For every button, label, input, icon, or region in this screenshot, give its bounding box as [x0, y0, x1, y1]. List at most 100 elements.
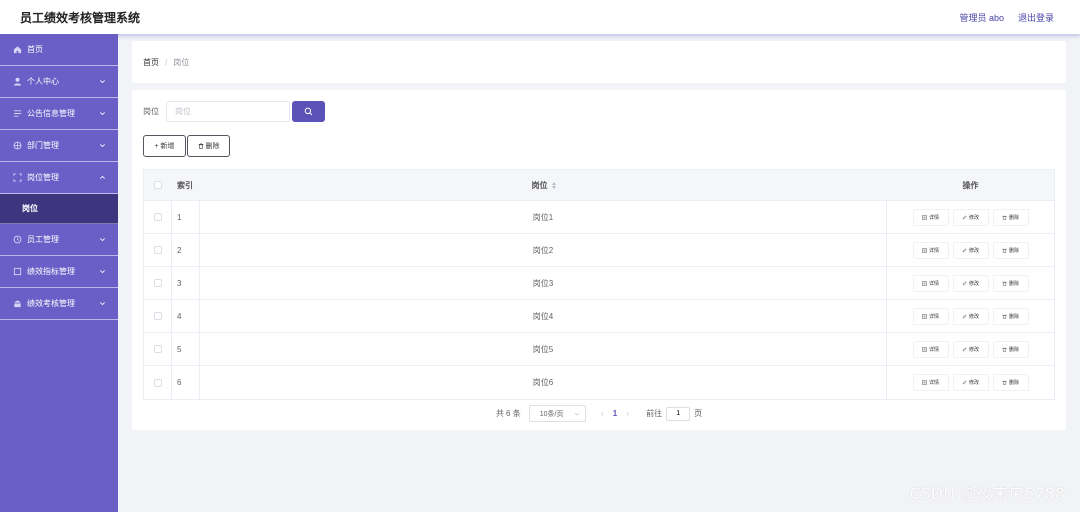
- current-user-label[interactable]: 管理员 abo: [959, 11, 1004, 24]
- search-label: 岗位: [143, 107, 159, 116]
- detail-icon: [922, 346, 927, 352]
- sidebar-item-department-management[interactable]: 部门管理: [0, 130, 118, 162]
- delete-button[interactable]: 删除: [992, 340, 1029, 358]
- sidebar-item-notice-management[interactable]: 公告信息管理: [0, 98, 118, 130]
- detail-button[interactable]: 详情: [912, 241, 949, 259]
- sidebar-item-label: 公告信息管理: [27, 109, 75, 118]
- select-all-cell: [144, 170, 172, 200]
- detail-label: 详情: [928, 346, 939, 353]
- sidebar-item-employee-management[interactable]: 员工管理: [0, 224, 118, 256]
- row-ops: 详情 修改 删除: [887, 366, 1054, 399]
- delete-button[interactable]: 删除: [992, 307, 1029, 325]
- chevron-down-icon: [99, 110, 106, 117]
- row-checkbox[interactable]: [153, 345, 162, 353]
- delete-label: 删除: [1008, 346, 1019, 353]
- sidebar-subitem-position[interactable]: 岗位: [0, 194, 118, 224]
- indicator-icon: [13, 267, 22, 276]
- sidebar-item-label: 绩效考核管理: [27, 299, 75, 308]
- sort-caret-icon[interactable]: [551, 181, 556, 189]
- next-page-button[interactable]: ›: [623, 409, 632, 418]
- sidebar-item-label: 部门管理: [27, 141, 59, 150]
- app-title: 员工绩效考核管理系统: [20, 10, 141, 25]
- trash-icon: [1002, 215, 1007, 220]
- trash-icon: [1002, 347, 1007, 352]
- row-checkbox[interactable]: [153, 246, 162, 254]
- page-number-current[interactable]: 1: [613, 409, 617, 418]
- sidebar-item-label: 个人中心: [27, 77, 59, 86]
- row-checkbox[interactable]: [153, 279, 162, 287]
- sidebar-item-indicator-management[interactable]: 绩效指标管理: [0, 256, 118, 288]
- table-row: 4 岗位4 详情 修改 删除: [144, 300, 1054, 333]
- sidebar: 首页 个人中心 公告信息管理 部门管理 岗位管理 岗位 员工管理 绩效指标管理 …: [0, 34, 118, 512]
- row-index: 1: [172, 201, 200, 233]
- table-row: 1 岗位1 详情 修改 删除: [144, 201, 1054, 234]
- row-ops: 详情 修改 删除: [887, 267, 1054, 299]
- pagination-total: 共 6 条: [495, 409, 521, 418]
- sidebar-item-label: 首页: [27, 45, 43, 54]
- sidebar-item-label: 绩效指标管理: [27, 267, 75, 276]
- edit-button[interactable]: 修改: [952, 307, 989, 325]
- batch-delete-button[interactable]: 删除: [187, 135, 230, 157]
- pagination: 共 6 条 10条/页 ‹ 1 › 前往 页: [132, 405, 1066, 422]
- row-index: 4: [172, 300, 200, 332]
- column-header-ops: 操作: [962, 180, 979, 190]
- detail-label: 详情: [928, 380, 939, 386]
- detail-label: 详情: [928, 247, 939, 254]
- row-index: 5: [172, 333, 200, 365]
- row-checkbox[interactable]: [153, 213, 162, 221]
- breadcrumb: 首页 / 岗位: [132, 41, 1066, 83]
- home-icon: [13, 45, 22, 54]
- row-select-cell: [144, 333, 172, 365]
- edit-button[interactable]: 修改: [952, 241, 989, 259]
- edit-button[interactable]: 修改: [952, 374, 989, 391]
- trash-icon: [1002, 281, 1007, 286]
- row-checkbox[interactable]: [153, 378, 162, 387]
- detail-button[interactable]: 详情: [912, 374, 949, 391]
- edit-icon: [962, 380, 967, 385]
- edit-label: 修改: [968, 280, 979, 287]
- search-button[interactable]: [292, 101, 325, 122]
- sidebar-item-appraisal-management[interactable]: 绩效考核管理: [0, 288, 118, 320]
- chevron-down-icon: [99, 236, 106, 243]
- add-button[interactable]: + 新增: [143, 135, 186, 157]
- goto-page-input[interactable]: [666, 406, 691, 421]
- add-button-label: 新增: [160, 143, 175, 150]
- edit-button[interactable]: 修改: [952, 274, 989, 292]
- table-row: 2 岗位2 详情 修改 删除: [144, 234, 1054, 267]
- detail-button[interactable]: 详情: [912, 307, 949, 325]
- sidebar-item-personal-center[interactable]: 个人中心: [0, 66, 118, 98]
- delete-button[interactable]: 删除: [992, 374, 1029, 391]
- department-icon: [13, 141, 22, 150]
- breadcrumb-home[interactable]: 首页: [143, 57, 159, 68]
- sidebar-item-home[interactable]: 首页: [0, 34, 118, 66]
- edit-button[interactable]: 修改: [952, 208, 989, 226]
- delete-button-label: 删除: [205, 143, 220, 150]
- chevron-down-icon: [99, 142, 106, 149]
- row-select-cell: [144, 234, 172, 266]
- detail-label: 详情: [928, 280, 939, 287]
- row-checkbox[interactable]: [153, 312, 162, 320]
- search-icon: [304, 107, 313, 116]
- position-icon: [13, 173, 22, 182]
- position-search-input[interactable]: [166, 101, 290, 122]
- select-all-checkbox[interactable]: [154, 181, 162, 189]
- row-index: 3: [172, 267, 200, 299]
- prev-page-button[interactable]: ‹: [598, 409, 607, 418]
- detail-button[interactable]: 详情: [912, 208, 949, 226]
- row-index: 6: [172, 366, 200, 399]
- detail-button[interactable]: 详情: [912, 274, 949, 292]
- logout-link[interactable]: 退出登录: [1018, 11, 1054, 24]
- sidebar-item-position-management[interactable]: 岗位管理: [0, 162, 118, 194]
- breadcrumb-separator: /: [165, 57, 168, 67]
- row-select-cell: [144, 267, 172, 299]
- edit-button[interactable]: 修改: [952, 340, 989, 358]
- column-header-position[interactable]: 岗位: [200, 170, 887, 200]
- edit-label: 修改: [968, 313, 979, 320]
- detail-button[interactable]: 详情: [912, 340, 949, 358]
- delete-button[interactable]: 删除: [992, 274, 1029, 292]
- detail-icon: [922, 313, 927, 319]
- page-size-select[interactable]: 10条/页: [528, 405, 586, 422]
- delete-button[interactable]: 删除: [992, 208, 1029, 226]
- page-unit-label: 页: [694, 409, 703, 418]
- delete-button[interactable]: 删除: [992, 241, 1029, 259]
